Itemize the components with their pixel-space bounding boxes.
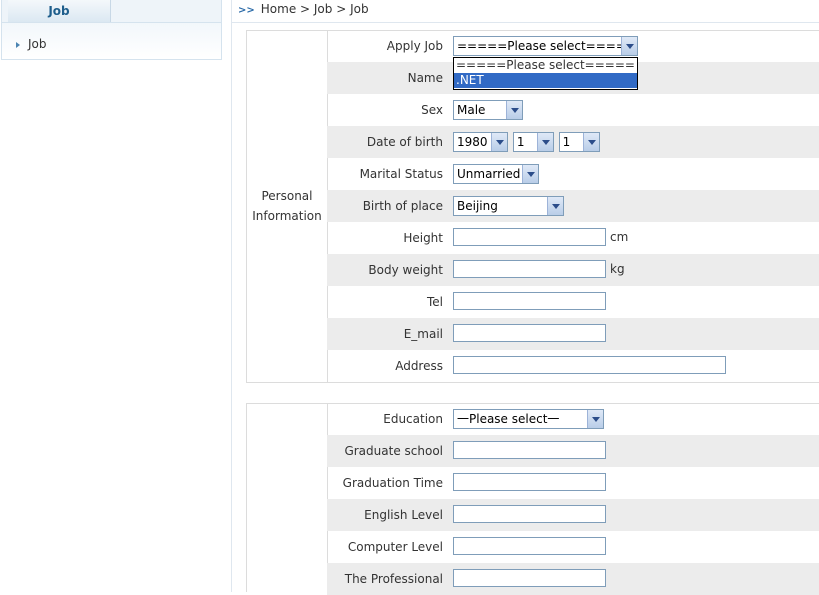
row-professional: The Professional <box>327 563 819 595</box>
row-graduation-time: Graduation Time <box>327 467 819 499</box>
breadcrumb: >> Home > Job > Job <box>238 2 369 16</box>
birthplace-value: Beijing <box>457 199 498 213</box>
graduate-school-label: Graduate school <box>344 444 443 458</box>
dob-day-value: 1 <box>562 135 571 149</box>
email-input[interactable] <box>453 324 606 342</box>
section-separator <box>246 382 819 383</box>
tel-input[interactable] <box>453 292 606 310</box>
sidebar-item-label: Job <box>28 37 47 51</box>
chevron-down-icon[interactable] <box>522 165 538 183</box>
bullet-arrow-icon <box>16 41 20 48</box>
dob-year-select[interactable]: 1980 <box>453 132 508 152</box>
dob-day-select[interactable]: 1 <box>558 132 600 152</box>
email-label: E_mail <box>403 327 443 341</box>
graduation-time-input[interactable] <box>453 473 606 491</box>
graduation-time-label: Graduation Time <box>342 476 443 490</box>
row-birth-place: Birth of place Beijing <box>327 190 819 222</box>
education-value: 一Please select一 <box>457 412 560 426</box>
dropdown-option-highlighted[interactable]: .NET <box>454 73 637 88</box>
dob-year-value: 1980 <box>457 135 488 149</box>
tel-label: Tel <box>426 295 443 309</box>
row-email: E_mail <box>327 318 819 350</box>
chevron-down-icon[interactable] <box>506 101 522 119</box>
sidebar-item-job[interactable]: Job <box>16 36 47 52</box>
professional-input[interactable] <box>453 569 606 587</box>
computer-level-input[interactable] <box>453 537 606 555</box>
apply-job-label: Apply Job <box>386 39 443 53</box>
education-select[interactable]: 一Please select一 <box>453 409 604 429</box>
chevron-down-icon[interactable] <box>536 133 553 151</box>
chevron-down-icon[interactable] <box>547 197 563 215</box>
row-marital-status: Marital Status Unmarried <box>327 158 819 190</box>
row-height: Height cm <box>327 222 819 254</box>
apply-job-value: =====Please select===== <box>457 39 636 53</box>
row-address: Address <box>327 350 819 382</box>
height-label: Height <box>403 231 443 245</box>
marital-select[interactable]: Unmarried <box>453 164 539 184</box>
dob-label: Date of birth <box>366 135 443 149</box>
chevron-down-icon[interactable] <box>621 37 637 55</box>
row-graduate-school: Graduate school <box>327 435 819 467</box>
address-label: Address <box>395 359 443 373</box>
education-label: Education <box>383 412 443 426</box>
row-tel: Tel <box>327 286 819 318</box>
double-chevron-icon: >> <box>238 5 255 16</box>
english-level-label: English Level <box>364 508 443 522</box>
birthplace-select[interactable]: Beijing <box>453 196 564 216</box>
birthplace-label: Birth of place <box>362 199 443 213</box>
professional-label: The Professional <box>344 572 443 586</box>
apply-job-dropdown-list: =====Please select===== .NET <box>453 57 638 90</box>
dob-month-select[interactable]: 1 <box>512 132 554 152</box>
chevron-down-icon[interactable] <box>587 410 603 428</box>
breadcrumb-divider <box>232 22 819 23</box>
graduate-school-input[interactable] <box>453 441 606 459</box>
apply-job-select[interactable]: =====Please select===== <box>453 36 638 56</box>
chevron-down-icon[interactable] <box>582 133 599 151</box>
computer-level-label: Computer Level <box>347 540 443 554</box>
weight-label: Body weight <box>368 263 443 277</box>
sidebar: Job Job <box>1 0 222 60</box>
weight-input[interactable] <box>453 260 606 278</box>
weight-unit: kg <box>610 262 625 276</box>
row-body-weight: Body weight kg <box>327 254 819 286</box>
row-date-of-birth: Date of birth 1980 1 1 <box>327 126 819 158</box>
chevron-down-icon[interactable] <box>491 133 507 151</box>
sex-select[interactable]: Male <box>453 100 523 120</box>
row-english-level: English Level <box>327 499 819 531</box>
english-level-input[interactable] <box>453 505 606 523</box>
marital-value: Unmarried <box>457 167 521 181</box>
sex-label: Sex <box>421 103 443 117</box>
name-label: Name <box>407 71 443 85</box>
height-input[interactable] <box>453 228 606 246</box>
dob-month-value: 1 <box>516 135 525 149</box>
address-input[interactable] <box>453 356 726 374</box>
sex-value: Male <box>457 103 486 117</box>
row-sex: Sex Male <box>327 94 819 126</box>
row-education: Education 一Please select一 <box>327 403 819 435</box>
marital-label: Marital Status <box>359 167 443 181</box>
content-divider <box>231 0 232 592</box>
breadcrumb-text: Home > Job > Job <box>260 2 369 16</box>
dropdown-option[interactable]: =====Please select===== <box>454 58 637 73</box>
sidebar-header-tab[interactable]: Job <box>8 0 111 22</box>
row-computer-level: Computer Level <box>327 531 819 563</box>
height-unit: cm <box>610 230 629 244</box>
